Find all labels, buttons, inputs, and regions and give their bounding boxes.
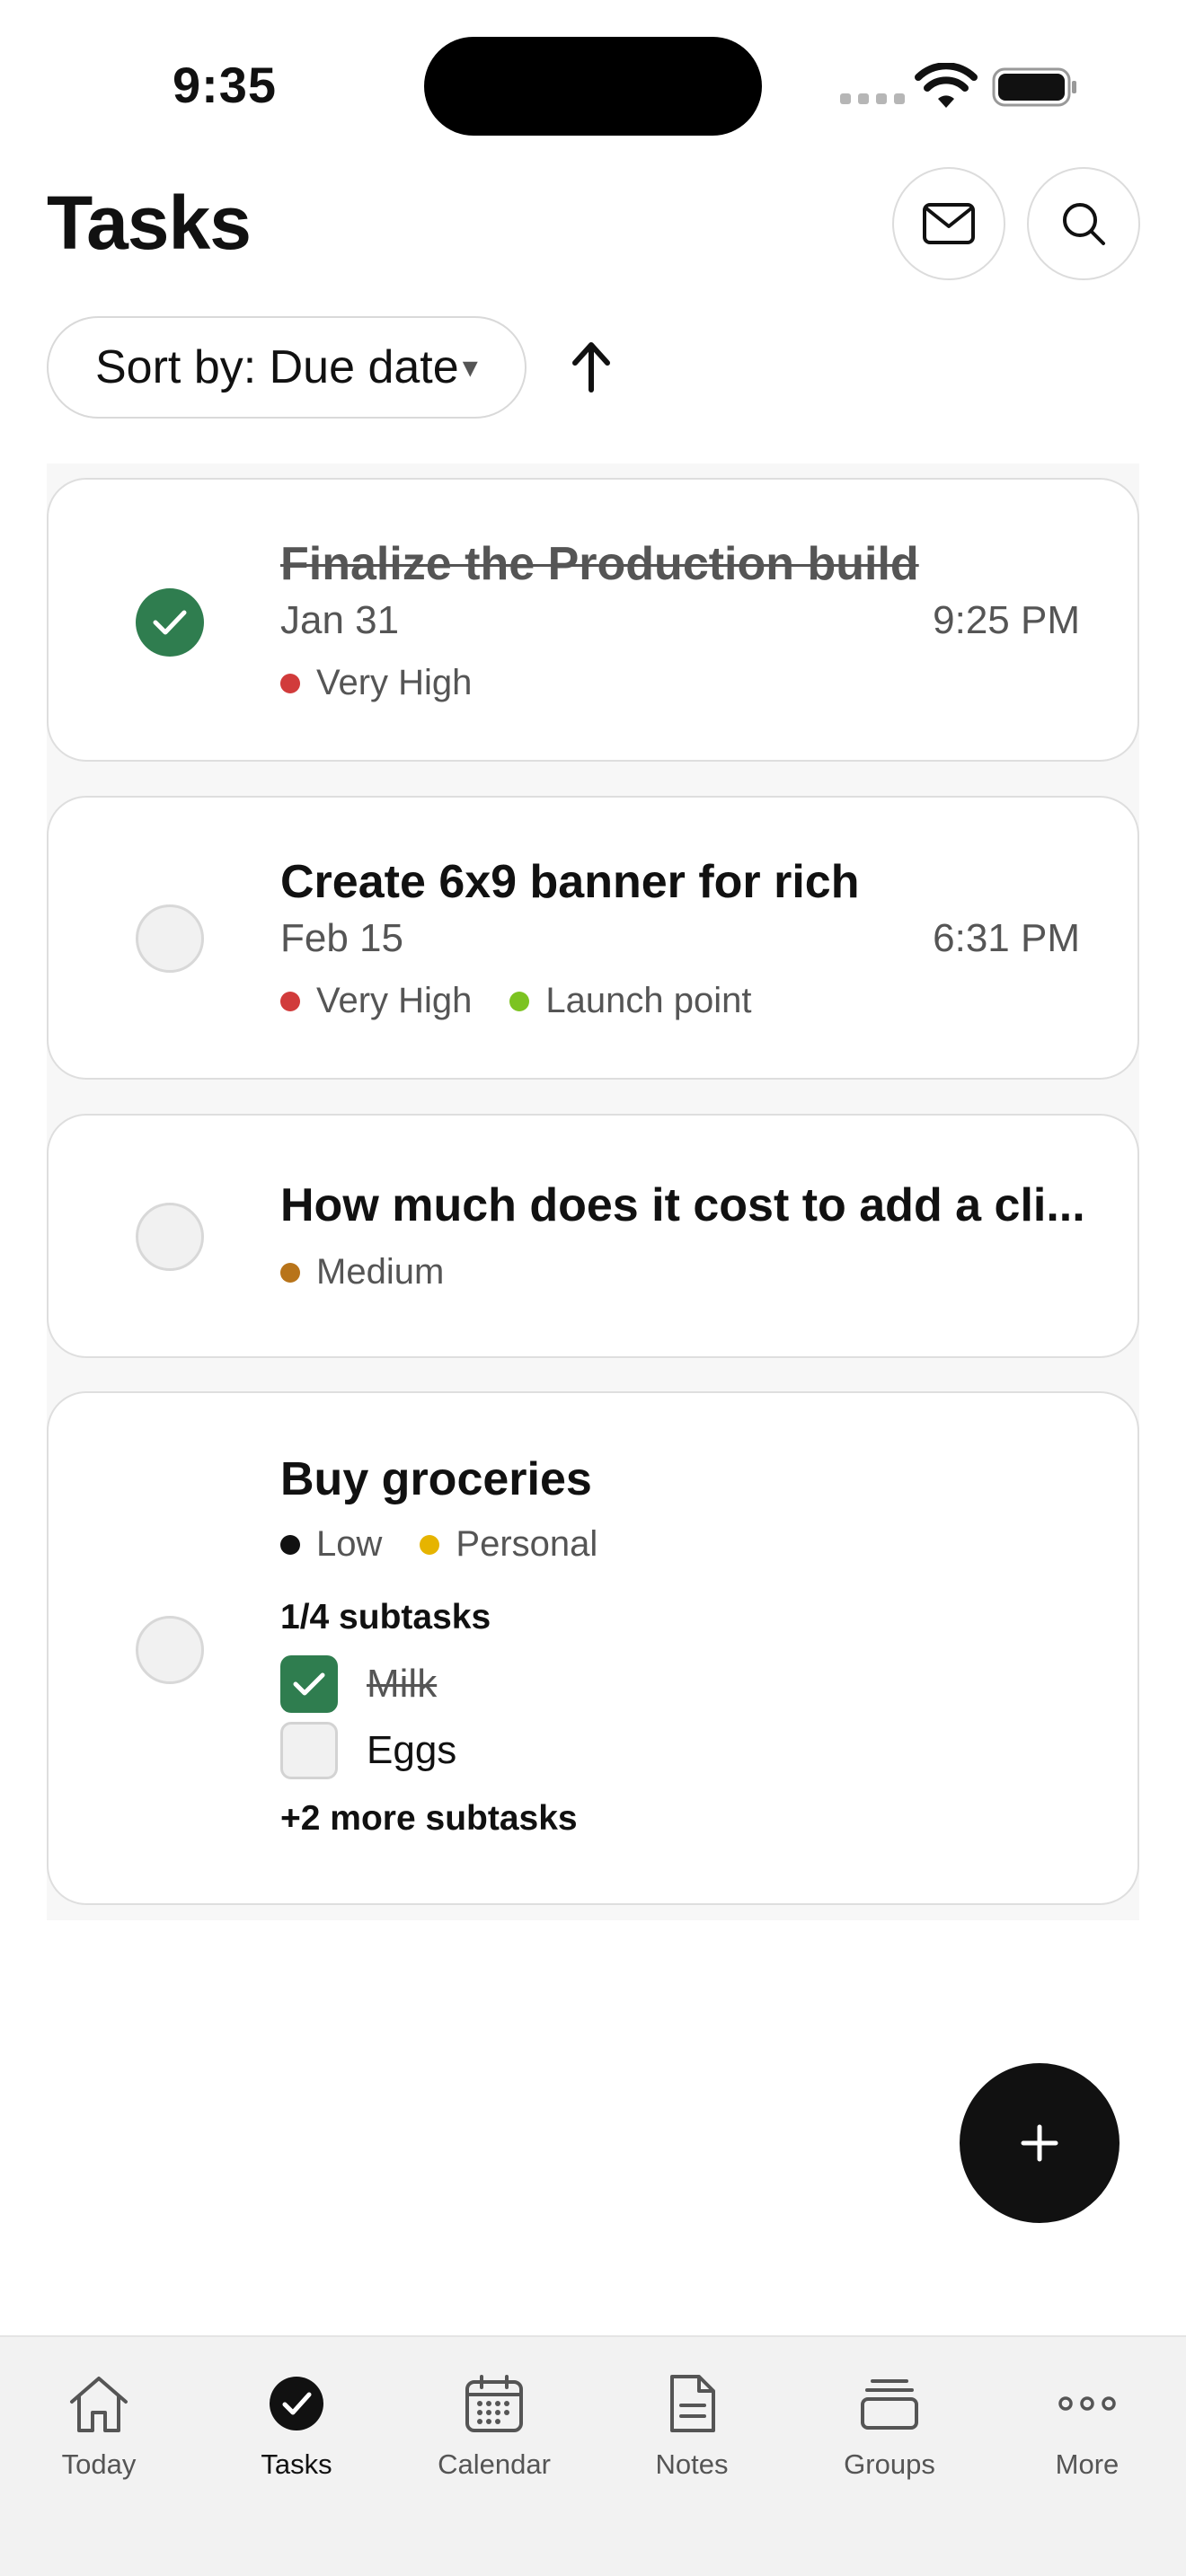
- subtask-checkbox[interactable]: [280, 1722, 338, 1779]
- task-card[interactable]: Create 6x9 banner for rich Feb 15 6:31 P…: [47, 796, 1139, 1080]
- inbox-button[interactable]: [892, 167, 1005, 280]
- status-bar: 9:35: [0, 0, 1186, 144]
- plus-icon: [1021, 2124, 1058, 2162]
- tag-label: Low: [316, 1524, 383, 1564]
- tab-label: Today: [61, 2448, 137, 2480]
- tab-more[interactable]: More: [988, 2369, 1186, 2481]
- task-complete-checkbox[interactable]: [136, 588, 204, 657]
- task-tags: Very High: [280, 663, 472, 703]
- group-tag: Launch point: [509, 981, 752, 1021]
- wifi-icon: [915, 63, 978, 108]
- more-subtasks-link[interactable]: +2 more subtasks: [280, 1799, 578, 1839]
- calendar-icon: [460, 2369, 528, 2438]
- subtask-label: Eggs: [367, 1728, 457, 1772]
- priority-tag: Low: [280, 1524, 382, 1565]
- mail-icon: [923, 203, 975, 244]
- task-time: 9:25 PM: [933, 598, 1080, 642]
- tab-label: Tasks: [261, 2448, 332, 2480]
- tag-label: Medium: [316, 1252, 445, 1292]
- tab-label: Groups: [844, 2448, 935, 2480]
- task-date: Feb 15: [280, 916, 403, 960]
- task-tags: Medium: [280, 1252, 444, 1292]
- document-icon: [658, 2369, 726, 2438]
- check-circle-icon: [262, 2369, 331, 2438]
- tab-groups[interactable]: Groups: [791, 2369, 988, 2481]
- subtask-count: 1/4 subtasks: [280, 1598, 491, 1636]
- tab-label: Notes: [655, 2448, 729, 2480]
- task-tags: Low Personal: [280, 1524, 597, 1565]
- ellipsis-icon: [1053, 2369, 1121, 2438]
- tab-bar: Today Tasks Calendar Notes Groups More: [0, 2335, 1186, 2576]
- task-complete-checkbox[interactable]: [136, 904, 204, 973]
- task-tags: Very High Launch point: [280, 981, 752, 1021]
- task-title: How much does it cost to add a cli...: [280, 1179, 1085, 1231]
- tag-label: Very High: [316, 981, 473, 1020]
- tab-calendar[interactable]: Calendar: [395, 2369, 593, 2481]
- group-tag: Personal: [420, 1524, 597, 1565]
- status-time: 9:35: [172, 57, 278, 113]
- task-title: Buy groceries: [280, 1453, 592, 1505]
- task-title: Finalize the Production build: [280, 538, 919, 590]
- stack-icon: [855, 2369, 924, 2438]
- task-title: Create 6x9 banner for rich: [280, 856, 860, 908]
- tab-label: Calendar: [438, 2448, 551, 2480]
- chevron-down-icon: ▾: [462, 350, 478, 384]
- subtask-label: Milk: [367, 1662, 438, 1706]
- task-card[interactable]: Finalize the Production build Jan 31 9:2…: [47, 478, 1139, 762]
- battery-icon: [992, 67, 1076, 107]
- priority-tag: Medium: [280, 1252, 444, 1292]
- sort-dropdown[interactable]: Sort by: Due date ▾: [47, 316, 527, 419]
- task-date: Jan 31: [280, 598, 400, 642]
- subtask-checkbox[interactable]: [280, 1655, 338, 1713]
- task-card[interactable]: Buy groceries Low Personal 1/4 subtasks …: [47, 1391, 1139, 1905]
- tab-tasks[interactable]: Tasks: [198, 2369, 395, 2481]
- task-complete-checkbox[interactable]: [136, 1616, 204, 1684]
- priority-dot: [280, 673, 300, 693]
- tab-today[interactable]: Today: [0, 2369, 198, 2481]
- priority-dot: [280, 1534, 300, 1555]
- priority-dot: [280, 991, 300, 1011]
- tab-label: More: [1055, 2448, 1120, 2480]
- subtask-item[interactable]: Milk: [280, 1655, 437, 1713]
- group-dot: [509, 991, 530, 1011]
- priority-tag: Very High: [280, 981, 472, 1021]
- priority-dot: [280, 1262, 300, 1283]
- search-icon: [1063, 203, 1105, 245]
- task-time: 6:31 PM: [933, 916, 1080, 960]
- group-dot: [420, 1534, 440, 1555]
- add-task-button[interactable]: [960, 2063, 1120, 2223]
- tag-label: Personal: [456, 1524, 598, 1564]
- search-button[interactable]: [1027, 167, 1140, 280]
- dynamic-island: [424, 37, 762, 136]
- sort-direction-arrow-up-icon[interactable]: [562, 338, 620, 395]
- cellular-signal-icon: [840, 93, 905, 104]
- priority-tag: Very High: [280, 663, 472, 703]
- tag-label: Launch point: [545, 981, 752, 1020]
- subtask-item[interactable]: Eggs: [280, 1722, 456, 1779]
- tab-notes[interactable]: Notes: [593, 2369, 791, 2481]
- page-title: Tasks: [47, 181, 252, 265]
- task-card[interactable]: How much does it cost to add a cli... Me…: [47, 1114, 1139, 1358]
- sort-label: Sort by: Due date: [95, 341, 459, 393]
- checkmark-icon: [293, 1672, 325, 1696]
- house-icon: [65, 2369, 133, 2438]
- task-complete-checkbox[interactable]: [136, 1203, 204, 1271]
- tag-label: Very High: [316, 663, 473, 702]
- checkmark-icon: [153, 610, 187, 635]
